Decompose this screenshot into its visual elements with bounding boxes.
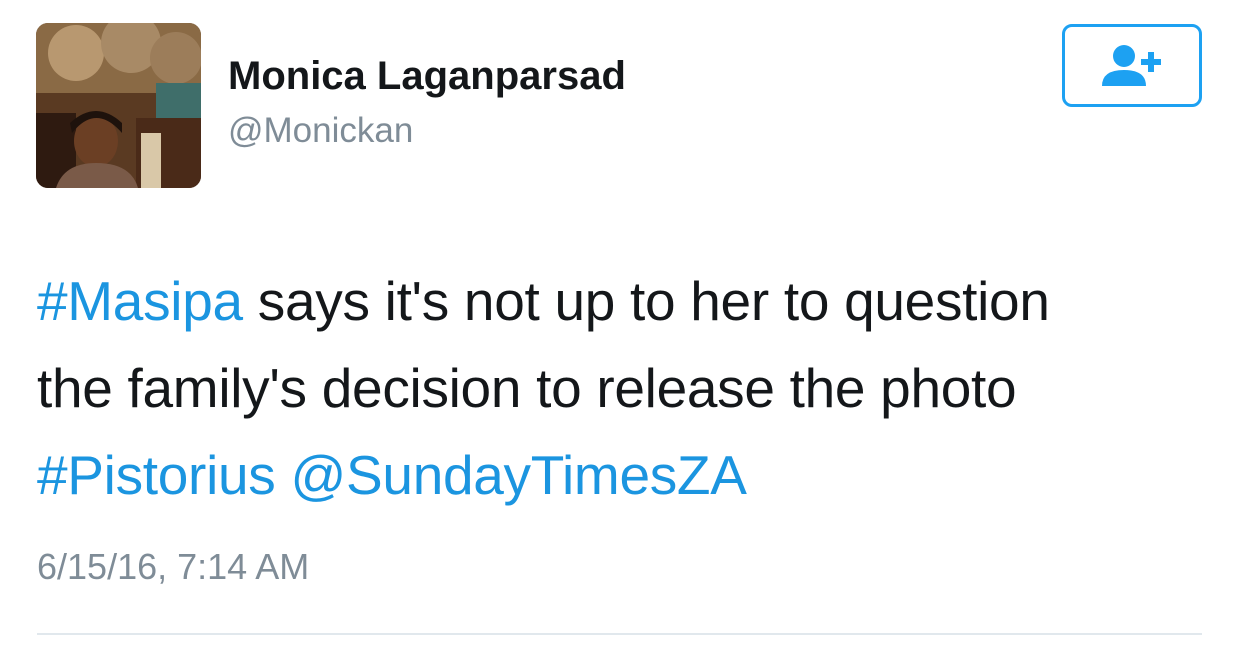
hashtag-link-masipa[interactable]: #Masipa [37, 270, 243, 332]
divider [37, 633, 1202, 635]
tweet-text-segment: says it's not up to her to question [242, 270, 1050, 332]
mention-link-sundaytimesza[interactable]: @SundayTimesZA [290, 444, 746, 506]
display-name[interactable]: Monica Laganparsad [228, 54, 626, 99]
avatar-photo [36, 23, 201, 188]
tweet-text-segment: the family's decision to release the pho… [37, 357, 1017, 419]
follow-button[interactable] [1062, 24, 1202, 107]
tweet-text: #Masipa says it's not up to her to quest… [37, 258, 1217, 519]
tweet-text-segment [276, 444, 291, 506]
tweet-line: the family's decision to release the pho… [37, 345, 1217, 432]
tweet-timestamp[interactable]: 6/15/16, 7:14 AM [37, 546, 309, 588]
tweet-line: #Pistorius @SundayTimesZA [37, 432, 1217, 519]
tweet-line: #Masipa says it's not up to her to quest… [37, 258, 1217, 345]
hashtag-link-pistorius[interactable]: #Pistorius [37, 444, 276, 506]
avatar[interactable] [36, 23, 201, 188]
username-handle[interactable]: @Monickan [228, 111, 413, 151]
add-user-icon [1102, 44, 1161, 86]
